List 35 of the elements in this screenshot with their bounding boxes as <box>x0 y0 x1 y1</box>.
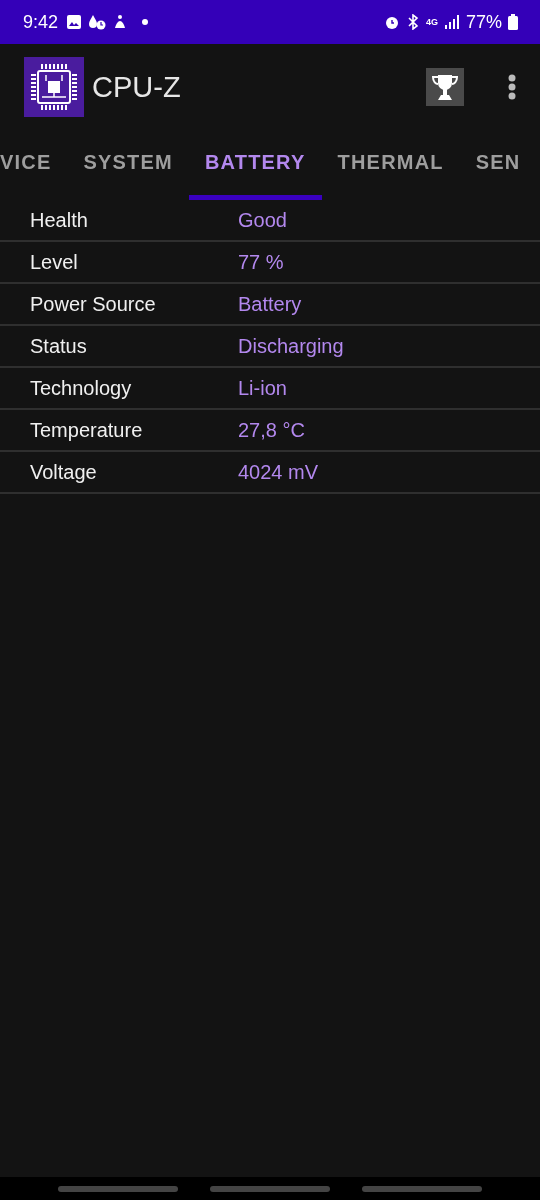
property-label: Voltage <box>30 460 98 484</box>
status-time: 9:42 <box>23 11 59 33</box>
nav-handle[interactable] <box>210 1185 330 1192</box>
property-value: Battery <box>238 292 302 316</box>
property-label: Status <box>30 334 88 358</box>
network-type: 4G <box>425 17 438 27</box>
battery-icon <box>508 14 518 30</box>
property-label: Temperature <box>30 418 144 442</box>
property-value: 27,8 °C <box>238 418 305 442</box>
drops-clock-icon <box>88 14 107 30</box>
signal-icon <box>443 14 460 30</box>
property-value: Good <box>238 208 287 232</box>
property-label: Technology <box>30 376 133 400</box>
nav-handle[interactable] <box>362 1185 482 1192</box>
property-value: 4024 mV <box>238 460 319 484</box>
property-label: Power Source <box>30 292 157 316</box>
property-value: 77 % <box>238 250 284 274</box>
battery-percent: 77% <box>465 11 502 33</box>
property-label: Level <box>30 250 79 274</box>
tab[interactable]: BATTERY <box>188 130 322 200</box>
tab[interactable]: THERMAL <box>321 130 460 200</box>
app-title: CPU-Z <box>92 70 182 104</box>
property-label: Health <box>30 208 89 232</box>
trophy-button[interactable] <box>426 68 464 106</box>
nav-handle[interactable] <box>58 1185 178 1192</box>
dot-icon <box>142 19 149 25</box>
bluetooth-icon <box>405 14 420 30</box>
chip-logo-icon <box>24 57 84 117</box>
alarm-icon <box>383 14 400 30</box>
tab[interactable]: VICE <box>0 130 68 200</box>
property-value: Li-ion <box>238 376 287 400</box>
tab[interactable]: SYSTEM <box>67 130 189 200</box>
property-value: Discharging <box>238 334 344 358</box>
image-icon <box>66 14 83 30</box>
tab[interactable]: SEN <box>459 130 521 200</box>
